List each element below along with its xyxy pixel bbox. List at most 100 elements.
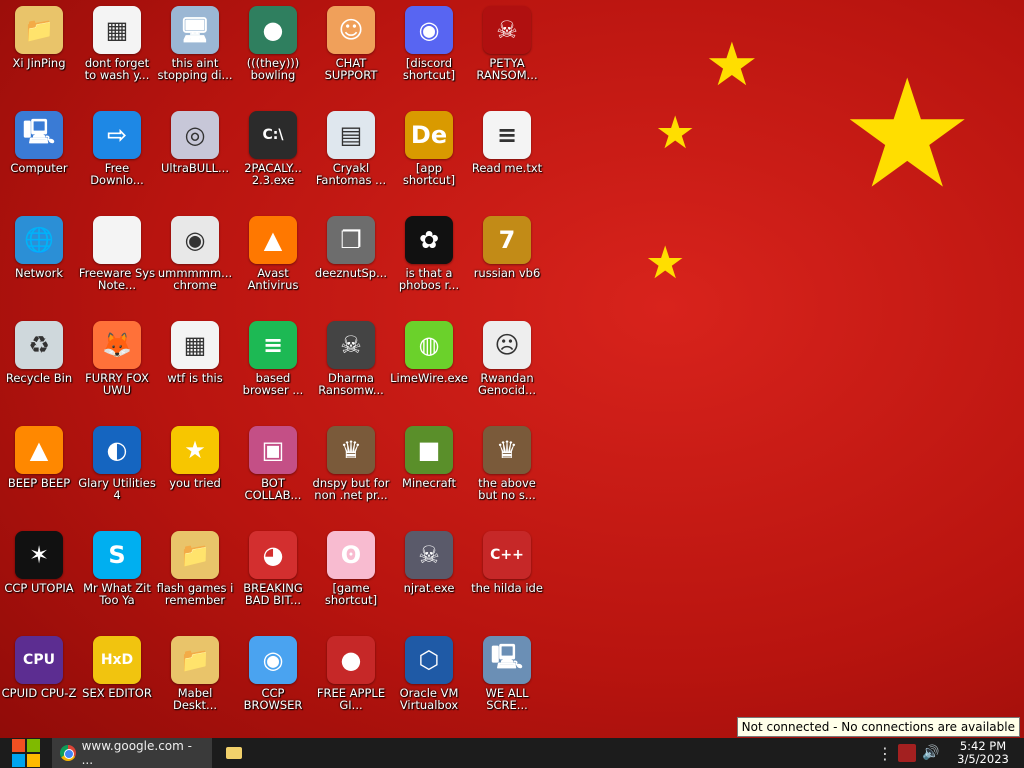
angry-bird-icon: ◕ — [249, 531, 297, 579]
desktop-icon[interactable]: 🖳 Computer — [0, 109, 78, 214]
desktop-icon[interactable]: C:\ 2PACALY... 2.3.exe — [234, 109, 312, 214]
folder-icon: 📁 — [171, 531, 219, 579]
desktop-icon-label: Mr What Zit Too Ya — [83, 581, 151, 607]
desktop-icon[interactable]: ◕ BREAKING BAD BIT... — [234, 529, 312, 634]
desktop-icon-label: UltraBULL... — [161, 161, 229, 175]
start-button[interactable] — [0, 738, 52, 768]
desktop-icon[interactable]: 🖳 WE ALL SCRE... — [468, 634, 546, 739]
desktop-icon-label: Rwandan Genocid... — [477, 371, 537, 397]
star-icon: ★ — [171, 426, 219, 474]
desktop-icon[interactable]: ♛ the above but no s... — [468, 424, 546, 529]
desktop-icon-label: FREE APPLE GI... — [316, 686, 386, 712]
clock[interactable]: 5:42 PM 3/5/2023 — [942, 740, 1024, 766]
desktop-icon[interactable]: 🌐 Network — [0, 214, 78, 319]
computer-icon: 🖳 — [483, 636, 531, 684]
system-tray: ⋮ 🔊 5:42 PM 3/5/2023 — [876, 738, 1024, 768]
desktop-icon-label: is that a phobos r... — [398, 266, 460, 292]
desktop-icon[interactable]: ✶ CCP UTOPIA — [0, 529, 78, 634]
desktop-icon[interactable]: ◎ UltraBULL... — [156, 109, 234, 214]
desktop-icon[interactable]: HxD SEX EDITOR — [78, 634, 156, 739]
desktop-icon[interactable]: ✿ is that a phobos r... — [390, 214, 468, 319]
desktop-icon[interactable]: ★ you tried — [156, 424, 234, 529]
text-file-icon: ≡ — [483, 111, 531, 159]
desktop-icon[interactable]: ⇨ Free Downlo... — [78, 109, 156, 214]
desktop-icon-label: njrat.exe — [403, 581, 455, 595]
desktop-icon[interactable]: CPU CPUID CPU-Z — [0, 634, 78, 739]
desktop-icon[interactable]: ❐ deeznutSp... — [312, 214, 390, 319]
desktop-icon[interactable]: ▲ Avast Antivirus — [234, 214, 312, 319]
desktop-icon[interactable]: ≡ based browser ... — [234, 319, 312, 424]
desktop-icon[interactable]: ◉ [discord shortcut] — [390, 4, 468, 109]
desktop-icon[interactable]: 📁 flash games i remember — [156, 529, 234, 634]
network-disconnected-icon[interactable] — [898, 744, 916, 762]
desktop-icon[interactable]: ▲ BEEP BEEP — [0, 424, 78, 529]
desktop-icon-label: the above but no s... — [478, 476, 536, 502]
desktop-icon[interactable]: ʘ [game shortcut] — [312, 529, 390, 634]
desktop-icon[interactable]: 🦊 FURRY FOX UWU — [78, 319, 156, 424]
desktop-icon-label: Minecraft — [402, 476, 456, 490]
desktop-icon-label: CPUID CPU-Z — [1, 686, 77, 700]
desktop-icon-label: wtf is this — [167, 371, 223, 385]
portrait-icon: ♛ — [483, 426, 531, 474]
taskbar-item-explorer[interactable] — [212, 738, 256, 768]
windows-logo-icon — [12, 739, 40, 767]
desktop-icon[interactable]: ▣ BOT COLLAB... — [234, 424, 312, 529]
desktop-icon-label: russian vb6 — [473, 266, 541, 280]
taskbar-item-chrome[interactable]: www.google.com - ... — [52, 738, 212, 768]
de-app-icon: De — [405, 111, 453, 159]
ccp-utopia-icon: ✶ — [15, 531, 63, 579]
cpuz-icon: CPU — [15, 636, 63, 684]
firefox-icon: 🦊 — [93, 321, 141, 369]
desktop-icon[interactable]: 🖥 this aint stopping di... — [156, 4, 234, 109]
desktop-icon[interactable]: ◉ CCP BROWSER — [234, 634, 312, 739]
desktop-icon[interactable]: ● (((they))) bowling — [234, 4, 312, 109]
desktop-icon-label: [app shortcut] — [402, 161, 456, 187]
desktop-icon[interactable]: ☹ Rwandan Genocid... — [468, 319, 546, 424]
desktop-icon[interactable]: ▤ Cryakl Fantomas ... — [312, 109, 390, 214]
desktop-icon-label: Glary Utilities 4 — [78, 476, 156, 502]
desktop-icon[interactable]: C++ the hilda ide — [468, 529, 546, 634]
desktop-icon[interactable]: ■ Minecraft — [390, 424, 468, 529]
icq-flower-icon: ✿ — [405, 216, 453, 264]
desktop-icon[interactable]: ☠ PETYA RANSOM... — [468, 4, 546, 109]
desktop-icon-label: LimeWire.exe — [390, 371, 468, 385]
desktop-icon-label: Avast Antivirus — [247, 266, 299, 292]
folder-icon: 📁 — [171, 636, 219, 684]
desktop-icon-label: Free Downlo... — [90, 161, 144, 187]
desktop-icon[interactable]: ◍ LimeWire.exe — [390, 319, 468, 424]
desktop-icon[interactable]: ● FREE APPLE GI... — [312, 634, 390, 739]
glary-icon: ◐ — [93, 426, 141, 474]
desktop-icon-label: based browser ... — [242, 371, 304, 397]
desktop-icon[interactable]: 📁 Mabel Deskt... — [156, 634, 234, 739]
desktop-icon-label: dnspy but for non .net pr... — [312, 476, 390, 502]
desktop-icon[interactable]: ≡ Read me.txt — [468, 109, 546, 214]
desktop-icon-label: BREAKING BAD BIT... — [243, 581, 303, 607]
desktop-icon[interactable]: Freeware Sys Note... — [78, 214, 156, 319]
desktop-icon[interactable]: 📁 Xi JinPing — [0, 4, 78, 109]
overflow-icon[interactable]: ⋮ — [876, 744, 894, 763]
desktop-icon[interactable]: ▦ dont forget to wash y... — [78, 4, 156, 109]
desktop-icon[interactable]: ☺ CHAT SUPPORT — [312, 4, 390, 109]
desktop-icon[interactable]: ◐ Glary Utilities 4 — [78, 424, 156, 529]
desktop-icon[interactable]: ♛ dnspy but for non .net pr... — [312, 424, 390, 529]
desktop-icon-label: Read me.txt — [471, 161, 543, 175]
desktop-icon[interactable]: ▦ wtf is this — [156, 319, 234, 424]
desktop-icon[interactable]: ♻ Recycle Bin — [0, 319, 78, 424]
stack-icon: ❐ — [327, 216, 375, 264]
skype-icon: S — [93, 531, 141, 579]
desktop-icon[interactable]: ☠ njrat.exe — [390, 529, 468, 634]
desktop-icon[interactable]: S Mr What Zit Too Ya — [78, 529, 156, 634]
discord-icon: ◉ — [405, 6, 453, 54]
disc-icon: ◎ — [171, 111, 219, 159]
desktop-icon[interactable]: 7 russian vb6 — [468, 214, 546, 319]
desktop-icon-label: [game shortcut] — [324, 581, 378, 607]
desktop-icon[interactable]: ◉ ummmmm... chrome — [156, 214, 234, 319]
desktop-icon[interactable]: De [app shortcut] — [390, 109, 468, 214]
volume-icon[interactable]: 🔊 — [920, 745, 942, 761]
chrome-icon: ◉ — [171, 216, 219, 264]
desktop-icon[interactable]: ☠ Dharma Ransomw... — [312, 319, 390, 424]
monitor-icon: ▣ — [249, 426, 297, 474]
desktop-icon-label: ummmmm... chrome — [157, 266, 233, 292]
desktop-icon[interactable]: ⬡ Oracle VM Virtualbox — [390, 634, 468, 739]
desktop-icon-label: Dharma Ransomw... — [318, 371, 384, 397]
